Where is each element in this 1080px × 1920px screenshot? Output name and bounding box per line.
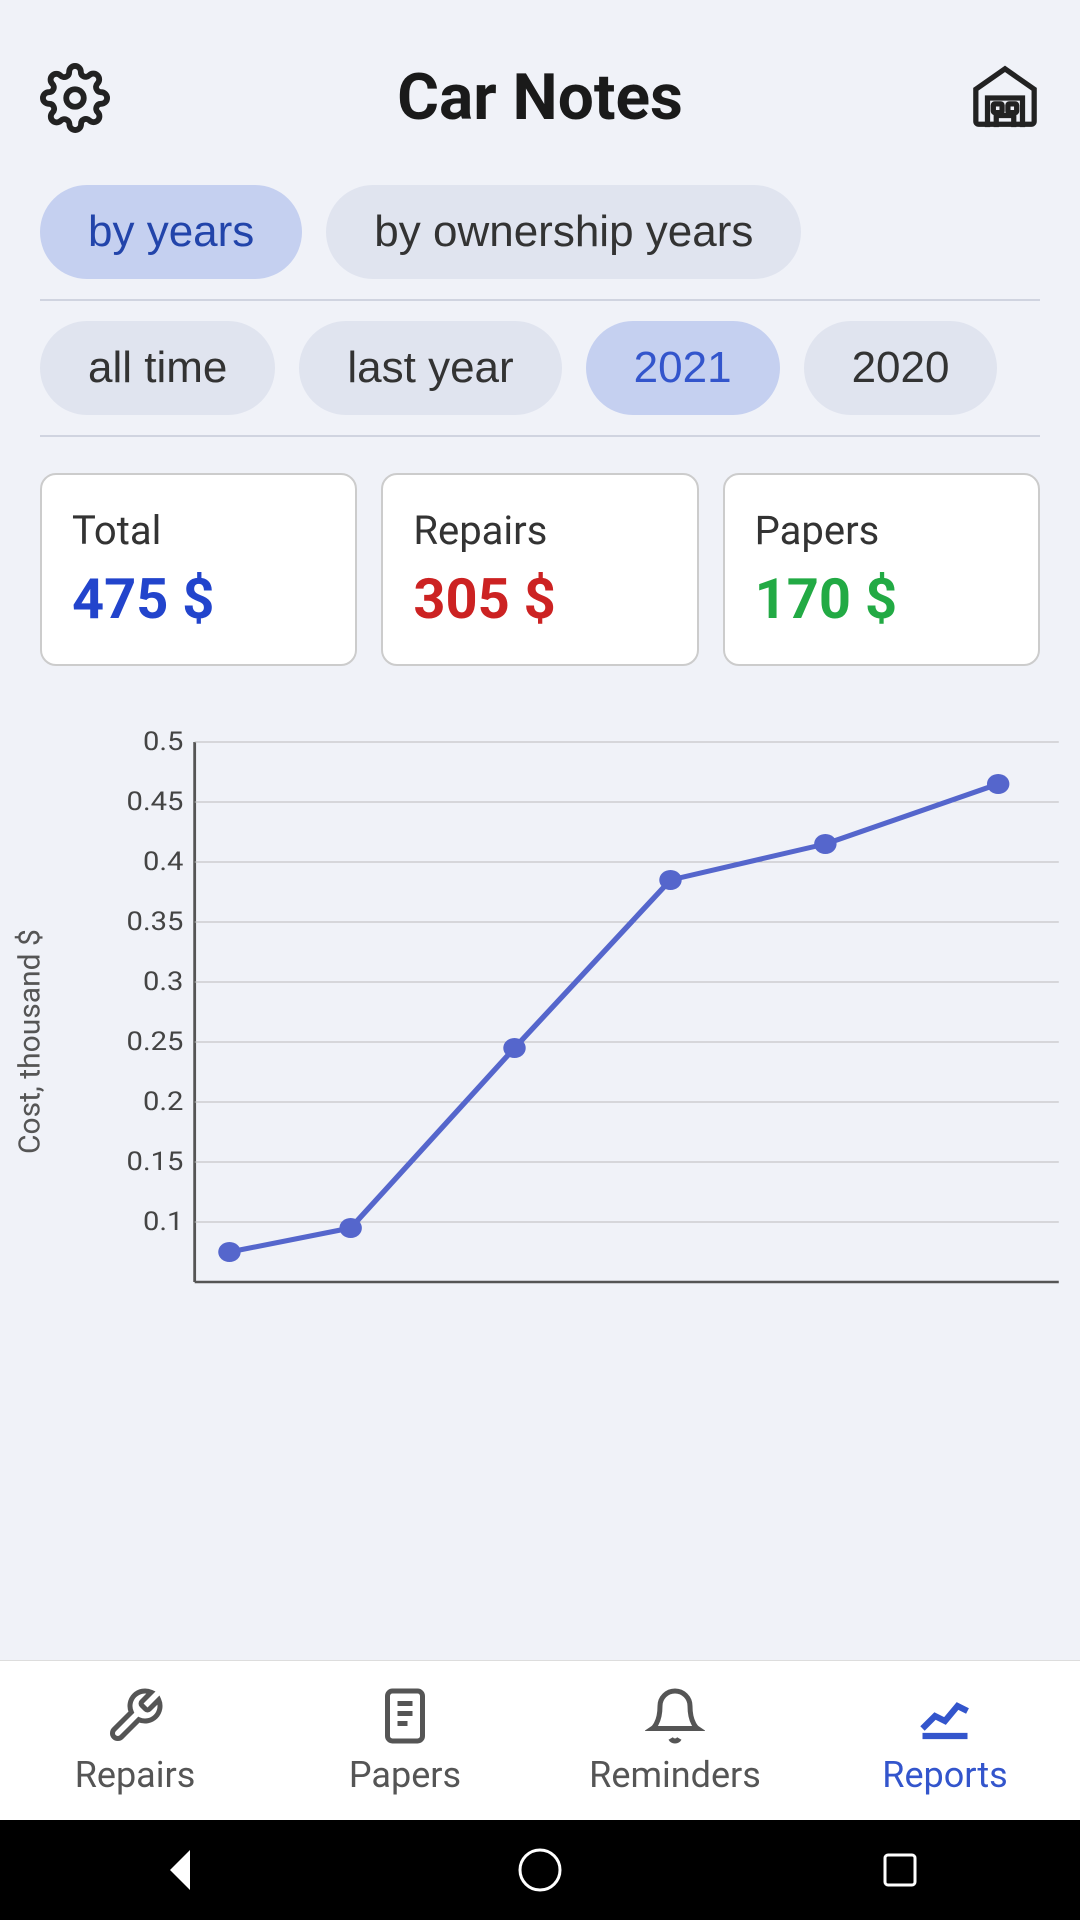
- svg-text:0.25: 0.25: [127, 1026, 184, 1057]
- chart-wrap: Cost, thousand $ .grid { stroke: #bbb; s…: [10, 722, 1070, 1362]
- card-papers-label: Papers: [755, 507, 1008, 554]
- svg-text:0.35: 0.35: [127, 906, 184, 937]
- recents-button[interactable]: [870, 1840, 930, 1900]
- wrench-icon: [105, 1686, 165, 1746]
- nav-repairs[interactable]: Repairs: [0, 1661, 270, 1820]
- nav-papers-label: Papers: [349, 1754, 461, 1796]
- svg-text:0.2: 0.2: [143, 1086, 183, 1117]
- bottom-nav: Repairs Papers Reminders Reports: [0, 1660, 1080, 1820]
- nav-reports[interactable]: Reports: [810, 1661, 1080, 1820]
- svg-text:0.1: 0.1: [143, 1206, 183, 1237]
- nav-reminders-label: Reminders: [589, 1754, 761, 1796]
- card-repairs: Repairs 305 $: [381, 473, 698, 666]
- android-nav-bar: [0, 1820, 1080, 1920]
- filter-by-years[interactable]: by years: [40, 185, 302, 279]
- card-total: Total 475 $: [40, 473, 357, 666]
- card-total-value: 475 $: [72, 566, 325, 632]
- card-total-label: Total: [72, 507, 325, 554]
- home-button[interactable]: [510, 1840, 570, 1900]
- svg-text:0.3: 0.3: [143, 966, 183, 997]
- svg-text:0.15: 0.15: [127, 1146, 184, 1177]
- nav-repairs-label: Repairs: [75, 1754, 196, 1796]
- filter-row-2: all time last year 2021 2020: [0, 301, 1080, 435]
- filter-2020[interactable]: 2020: [804, 321, 998, 415]
- chart-line-icon: [915, 1686, 975, 1746]
- papers-icon: [375, 1686, 435, 1746]
- filter-2021[interactable]: 2021: [586, 321, 780, 415]
- filter-by-ownership[interactable]: by ownership years: [326, 185, 801, 279]
- summary-cards: Total 475 $ Repairs 305 $ Papers 170 $: [0, 437, 1080, 702]
- card-papers: Papers 170 $: [723, 473, 1040, 666]
- bell-icon: [645, 1686, 705, 1746]
- y-axis-label: Cost, thousand $: [10, 722, 50, 1362]
- chart-inner: .grid { stroke: #bbb; stroke-width: 1; }…: [60, 722, 1070, 1362]
- card-papers-value: 170 $: [755, 566, 1008, 632]
- chart-container: Cost, thousand $ .grid { stroke: #bbb; s…: [0, 702, 1080, 1660]
- garage-icon[interactable]: [970, 63, 1040, 133]
- page-title: Car Notes: [397, 60, 683, 135]
- header: Car Notes: [0, 0, 1080, 165]
- filter-last-year[interactable]: last year: [299, 321, 561, 415]
- settings-icon[interactable]: [40, 63, 110, 133]
- card-repairs-value: 305 $: [413, 566, 666, 632]
- card-repairs-label: Repairs: [413, 507, 666, 554]
- svg-text:0.5: 0.5: [143, 726, 183, 757]
- filter-row-1: by years by ownership years: [0, 165, 1080, 299]
- nav-reports-label: Reports: [882, 1754, 1007, 1796]
- nav-papers[interactable]: Papers: [270, 1661, 540, 1820]
- svg-text:0.45: 0.45: [127, 786, 184, 817]
- chart-svg: .grid { stroke: #bbb; stroke-width: 1; }…: [60, 722, 1070, 1362]
- svg-text:0.4: 0.4: [143, 846, 183, 877]
- nav-reminders[interactable]: Reminders: [540, 1661, 810, 1820]
- back-button[interactable]: [150, 1840, 210, 1900]
- filter-all-time[interactable]: all time: [40, 321, 275, 415]
